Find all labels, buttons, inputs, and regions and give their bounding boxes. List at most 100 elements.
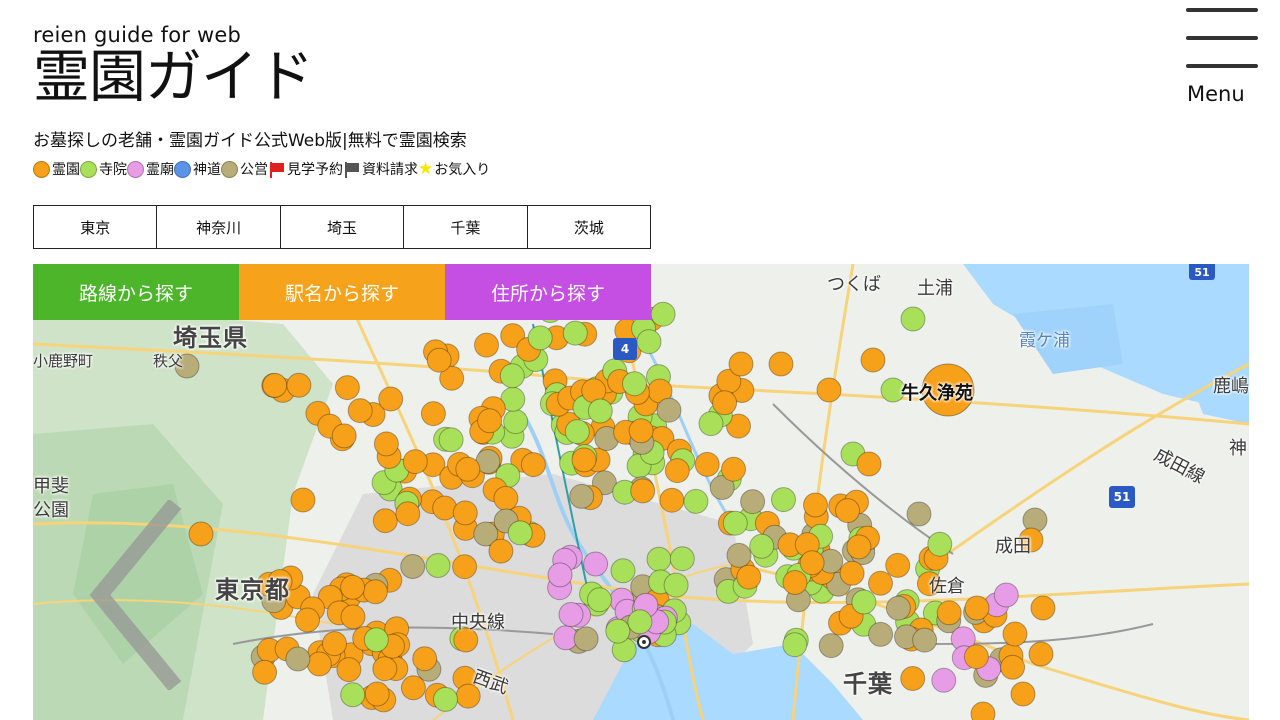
cemetery-marker[interactable] <box>306 651 332 677</box>
cemetery-marker[interactable] <box>846 534 872 560</box>
cemetery-marker[interactable] <box>286 372 312 398</box>
cemetery-marker[interactable] <box>683 488 709 514</box>
cemetery-marker[interactable] <box>347 398 373 424</box>
cemetery-marker[interactable] <box>664 458 690 484</box>
map-label-ushiku[interactable]: 牛久浄苑 <box>901 379 973 405</box>
cemetery-marker[interactable] <box>736 564 762 590</box>
tab-kanagawa[interactable]: 神奈川 <box>157 206 281 248</box>
cemetery-marker[interactable] <box>1002 621 1028 647</box>
cemetery-marker[interactable] <box>636 329 662 355</box>
cemetery-marker[interactable] <box>868 621 894 647</box>
cemetery-marker[interactable] <box>402 449 428 475</box>
cemetery-marker[interactable] <box>659 487 685 513</box>
cemetery-marker[interactable] <box>927 531 953 557</box>
cemetery-marker[interactable] <box>712 390 738 416</box>
cemetery-marker[interactable] <box>656 397 682 423</box>
tab-saitama[interactable]: 埼玉 <box>280 206 405 248</box>
cemetery-marker[interactable] <box>290 487 316 513</box>
cemetery-marker[interactable] <box>868 570 893 596</box>
cemetery-marker[interactable] <box>839 560 865 586</box>
cemetery-marker[interactable] <box>931 667 957 693</box>
cemetery-marker[interactable] <box>503 409 529 435</box>
cemetery-marker[interactable] <box>452 554 478 580</box>
cemetery-marker[interactable] <box>488 538 514 564</box>
cemetery-marker[interactable] <box>262 372 288 398</box>
cemetery-marker[interactable] <box>587 587 612 613</box>
cemetery-marker[interactable] <box>610 558 636 584</box>
cemetery-marker[interactable] <box>627 609 653 635</box>
cemetery-marker[interactable] <box>571 447 597 473</box>
cemetery-marker[interactable] <box>721 456 746 482</box>
cemetery-marker[interactable] <box>900 306 926 332</box>
cemetery-marker[interactable] <box>334 375 360 401</box>
cemetery-marker[interactable] <box>564 419 590 445</box>
cemetery-marker[interactable] <box>885 552 911 578</box>
cemetery-marker[interactable] <box>547 562 573 588</box>
cemetery-marker[interactable] <box>583 551 609 577</box>
cemetery-marker[interactable] <box>856 451 882 477</box>
cemetery-marker[interactable] <box>963 644 989 670</box>
cemetery-marker[interactable] <box>412 646 438 672</box>
cemetery-marker[interactable] <box>364 681 390 707</box>
tab-chiba[interactable]: 千葉 <box>404 206 528 248</box>
tab-search-by-line[interactable]: 路線から探す <box>33 264 239 320</box>
cemetery-marker[interactable] <box>474 332 499 358</box>
cemetery-marker[interactable] <box>362 579 388 605</box>
cemetery-marker[interactable] <box>816 377 842 403</box>
tab-tokyo[interactable]: 東京 <box>34 206 158 248</box>
cemetery-marker[interactable] <box>1028 641 1054 667</box>
cemetery-marker[interactable] <box>285 646 311 672</box>
cemetery-marker[interactable] <box>363 627 389 653</box>
cemetery-marker[interactable] <box>558 602 584 627</box>
cemetery-marker[interactable] <box>605 618 631 644</box>
cemetery-marker[interactable] <box>372 656 398 682</box>
cemetery-marker[interactable] <box>432 495 458 521</box>
cemetery-marker[interactable] <box>372 508 398 534</box>
cemetery-marker[interactable] <box>936 600 962 626</box>
cemetery-marker[interactable] <box>728 351 754 377</box>
tab-search-by-address[interactable]: 住所から探す <box>445 264 651 320</box>
cemetery-marker[interactable] <box>771 487 796 513</box>
cemetery-marker[interactable] <box>646 546 672 572</box>
cemetery-marker[interactable] <box>426 347 452 373</box>
carousel-prev-arrow-icon[interactable] <box>60 500 200 690</box>
cemetery-marker[interactable] <box>694 451 720 477</box>
cemetery-marker[interactable] <box>749 533 775 559</box>
cemetery-marker[interactable] <box>322 631 347 657</box>
cemetery-marker[interactable] <box>964 595 990 621</box>
cemetery-marker[interactable] <box>395 501 421 527</box>
cemetery-marker[interactable] <box>452 500 478 526</box>
cemetery-marker[interactable] <box>378 386 404 412</box>
cemetery-marker[interactable] <box>562 320 588 346</box>
cemetery-marker[interactable] <box>782 632 808 658</box>
cemetery-marker[interactable] <box>835 498 860 524</box>
cemetery-marker[interactable] <box>499 363 525 389</box>
site-logo-title[interactable]: 霊園ガイド <box>33 46 314 108</box>
cemetery-marker[interactable] <box>438 427 464 453</box>
cemetery-marker[interactable] <box>851 589 877 615</box>
cemetery-marker[interactable] <box>885 595 911 621</box>
cemetery-marker[interactable] <box>295 607 320 633</box>
cemetery-marker[interactable] <box>477 408 503 434</box>
cemetery-marker[interactable] <box>569 483 595 509</box>
cemetery-marker[interactable] <box>803 492 828 518</box>
cemetery-marker[interactable] <box>425 553 451 578</box>
cemetery-marker[interactable] <box>860 347 886 373</box>
cemetery-marker[interactable] <box>587 398 613 424</box>
cemetery-marker[interactable] <box>400 554 426 579</box>
cemetery-marker[interactable] <box>455 456 481 482</box>
cemetery-marker[interactable] <box>340 682 366 708</box>
cemetery-marker[interactable] <box>1010 681 1036 707</box>
cemetery-marker[interactable] <box>527 325 553 351</box>
cemetery-marker[interactable] <box>722 510 748 536</box>
menu-button[interactable]: Menu <box>1184 6 1260 106</box>
cemetery-marker[interactable] <box>698 411 724 437</box>
cemetery-marker[interactable] <box>331 423 357 449</box>
cemetery-marker[interactable] <box>400 675 426 701</box>
cemetery-marker[interactable] <box>573 626 599 652</box>
tab-search-by-station[interactable]: 駅名から探す <box>239 264 445 320</box>
cemetery-marker[interactable] <box>768 351 794 377</box>
cemetery-marker[interactable] <box>630 478 656 504</box>
cemetery-marker[interactable] <box>906 501 932 527</box>
cemetery-marker[interactable] <box>252 659 278 685</box>
